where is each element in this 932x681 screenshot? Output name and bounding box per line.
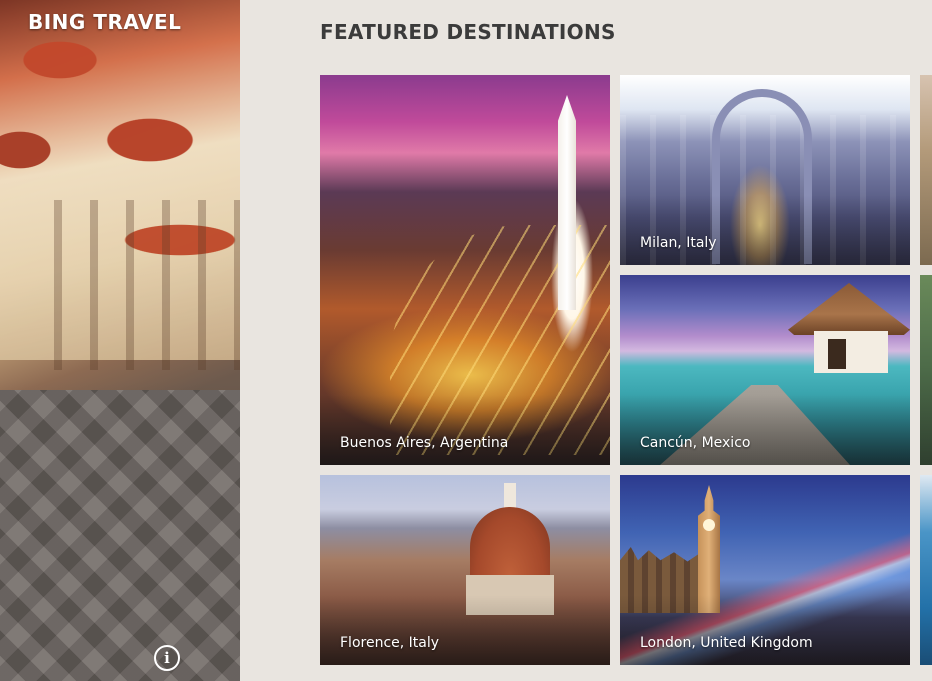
info-icon[interactable]: i	[154, 645, 180, 671]
app-root: BING TRAVEL i FEATURED DESTINATIONS Buen…	[0, 0, 932, 681]
destination-label: London, United Kingdom	[640, 635, 813, 651]
clock-face	[703, 519, 715, 531]
destination-tile-offscreen[interactable]	[920, 475, 932, 665]
destination-tile-florence[interactable]: Florence, Italy	[320, 475, 610, 665]
obelisk-image	[558, 95, 576, 310]
hero-plaza	[0, 390, 240, 681]
hero-building-windows	[40, 200, 240, 370]
hero-image-panel: BING TRAVEL i	[0, 0, 240, 681]
destination-tile-buenos-aires[interactable]: Buenos Aires, Argentina	[320, 75, 610, 465]
hut-door	[828, 339, 846, 369]
app-title: BING TRAVEL	[28, 10, 182, 34]
destination-tile-milan[interactable]: Milan, Italy	[620, 75, 910, 265]
section-title: FEATURED DESTINATIONS	[320, 20, 616, 44]
caption-shade	[320, 595, 610, 665]
destination-label: Cancún, Mexico	[640, 435, 751, 451]
hut-roof	[788, 283, 910, 335]
dome-lantern	[504, 483, 516, 509]
caption-shade	[320, 395, 610, 465]
hut-wall	[814, 331, 888, 373]
destination-tile-london[interactable]: London, United Kingdom	[620, 475, 910, 665]
destination-tile-offscreen[interactable]	[920, 75, 932, 265]
destination-label: Florence, Italy	[340, 635, 440, 651]
cathedral-dome	[470, 507, 550, 577]
destination-label: Milan, Italy	[640, 235, 717, 251]
beach-hut-image	[788, 283, 910, 403]
destination-tile-cancun[interactable]: Cancún, Mexico	[620, 275, 910, 465]
clock-tower	[698, 485, 720, 613]
destination-label: Buenos Aires, Argentina	[340, 435, 509, 451]
destination-tile-offscreen[interactable]	[920, 275, 932, 465]
caption-shade	[620, 395, 910, 465]
caption-shade	[620, 195, 910, 265]
caption-shade	[620, 595, 910, 665]
